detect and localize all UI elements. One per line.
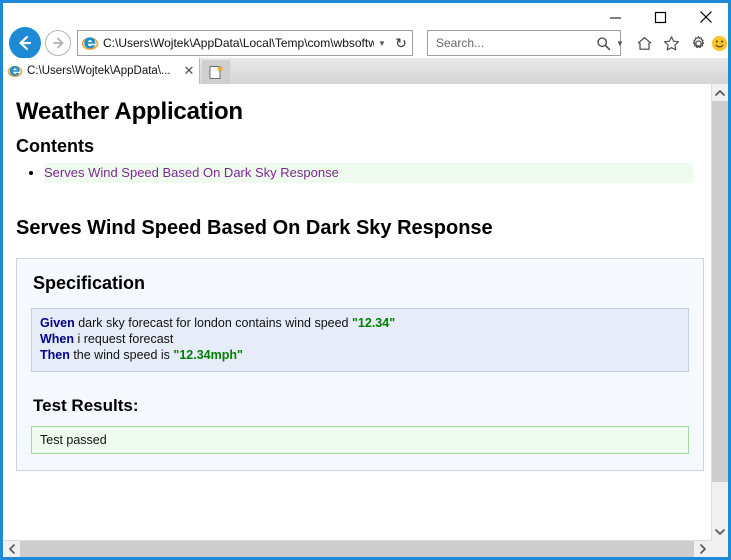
scrollbar-corner — [711, 540, 728, 557]
search-dropdown-icon[interactable]: ▼ — [613, 39, 627, 48]
tools-gear-icon[interactable] — [685, 30, 711, 56]
close-icon — [699, 11, 712, 23]
browser-window: C:\Users\Wojtek\AppData\Local\Temp\com\w… — [0, 0, 731, 560]
feedback-smiley-icon[interactable] — [709, 30, 728, 56]
new-tab-button[interactable] — [202, 60, 230, 84]
chevron-right-icon — [699, 544, 706, 554]
tab-title: C:\Users\Wojtek\AppData\... — [27, 65, 171, 77]
test-results-heading: Test Results: — [33, 396, 139, 415]
ie-favicon-icon — [7, 66, 23, 78]
address-bar[interactable]: C:\Users\Wojtek\AppData\Local\Temp\com\w… — [77, 30, 413, 56]
vertical-scrollbar-thumb[interactable] — [712, 101, 728, 482]
browser-tab[interactable]: C:\Users\Wojtek\AppData\... ✕ — [3, 58, 200, 84]
tab-strip: C:\Users\Wojtek\AppData\... ✕ — [3, 58, 728, 85]
scenario-line: Given dark sky forecast for london conta… — [40, 315, 680, 331]
weather-application-document: Weather Application Contents Serves Wind… — [3, 84, 706, 540]
scroll-up-button[interactable] — [712, 84, 728, 101]
chevron-up-icon — [715, 89, 725, 96]
maximize-icon — [654, 11, 667, 23]
horizontal-scrollbar-thumb[interactable] — [20, 541, 694, 557]
scenario-line: When i request forecast — [40, 331, 680, 347]
contents-list: Serves Wind Speed Based On Dark Sky Resp… — [16, 163, 693, 183]
navigation-toolbar: C:\Users\Wojtek\AppData\Local\Temp\com\w… — [3, 25, 728, 61]
specification-scenario-box: Given dark sky forecast for london conta… — [31, 308, 689, 372]
refresh-icon[interactable]: ↻ — [390, 35, 412, 52]
new-tab-icon — [209, 65, 224, 79]
chevron-left-icon — [8, 544, 15, 554]
vertical-scrollbar[interactable] — [711, 84, 728, 540]
back-arrow-icon — [19, 35, 32, 51]
scenario-line: Then the wind speed is "12.34mph" — [40, 347, 680, 363]
gherkin-value: "12.34mph" — [173, 348, 243, 362]
test-result-status: Test passed — [31, 426, 689, 454]
contents-heading: Contents — [16, 136, 94, 156]
gherkin-keyword: Then — [40, 348, 70, 362]
tab-close-icon[interactable]: ✕ — [179, 63, 199, 79]
back-button[interactable] — [9, 27, 41, 59]
search-bar[interactable]: ▼ — [427, 30, 624, 56]
ie-favicon-icon — [81, 37, 99, 50]
scroll-left-button[interactable] — [3, 541, 20, 557]
gherkin-value: "12.34" — [351, 316, 396, 330]
gherkin-text: dark sky forecast for london contains wi… — [74, 316, 352, 330]
gherkin-keyword: Given — [40, 316, 75, 330]
specification-heading: Specification — [33, 273, 146, 293]
search-input[interactable] — [434, 35, 593, 51]
gherkin-keyword: When — [40, 332, 75, 346]
address-url-text: C:\Users\Wojtek\AppData\Local\Temp\com\w… — [103, 36, 374, 50]
forward-arrow-icon — [53, 37, 64, 49]
scroll-right-button[interactable] — [694, 541, 711, 557]
list-item: Serves Wind Speed Based On Dark Sky Resp… — [44, 163, 693, 183]
section-heading: Serves Wind Speed Based On Dark Sky Resp… — [16, 217, 493, 239]
gherkin-text: the wind speed is — [69, 348, 174, 362]
gherkin-text: i request forecast — [74, 332, 174, 346]
page-title: Weather Application — [16, 98, 243, 125]
specification-panel: Specification Given dark sky forecast fo… — [16, 258, 704, 471]
page-viewport: Weather Application Contents Serves Wind… — [3, 84, 728, 557]
forward-button[interactable] — [45, 30, 71, 56]
scroll-down-button[interactable] — [712, 523, 728, 540]
address-dropdown-icon[interactable]: ▼ — [374, 39, 390, 48]
horizontal-scrollbar[interactable] — [3, 540, 728, 557]
favorites-star-icon[interactable] — [658, 30, 684, 56]
search-icon — [593, 36, 613, 51]
home-icon[interactable] — [631, 30, 657, 56]
minimize-icon — [610, 17, 621, 18]
contents-link-serves-wind-speed[interactable]: Serves Wind Speed Based On Dark Sky Resp… — [44, 165, 339, 180]
chevron-down-icon — [715, 528, 725, 535]
